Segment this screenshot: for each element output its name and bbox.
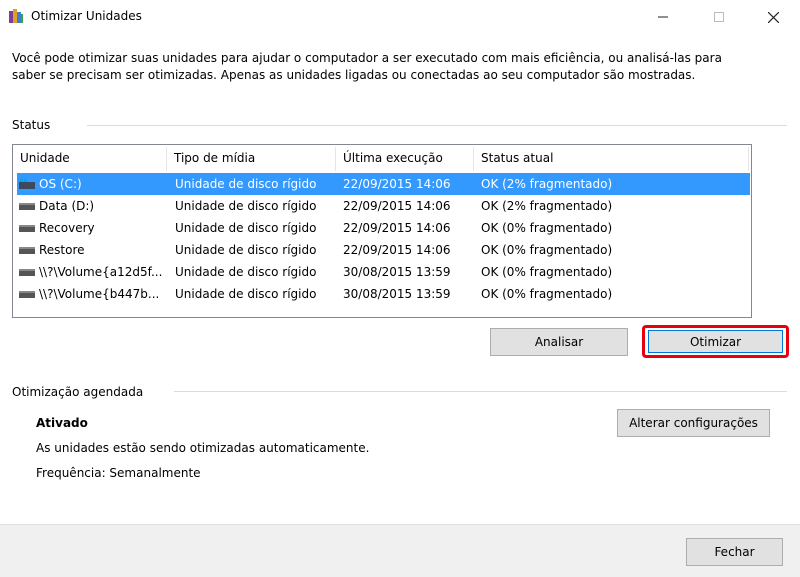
- column-header-unit[interactable]: Unidade: [13, 145, 165, 171]
- window-title: Otimizar Unidades: [31, 9, 142, 23]
- column-header-media[interactable]: Tipo de mídia: [167, 145, 334, 171]
- drive-media-type: Unidade de disco rígido: [175, 243, 317, 257]
- intro-line-2: saber se precisam ser otimizadas. Apenas…: [12, 68, 696, 82]
- drive-status: OK (0% fragmentado): [481, 265, 613, 279]
- drive-status: OK (2% fragmentado): [481, 199, 613, 213]
- drive-name: \\?\Volume{a12d5f...: [39, 265, 163, 279]
- analyze-button[interactable]: Analisar: [490, 328, 628, 356]
- schedule-description: As unidades estão sendo otimizadas autom…: [36, 441, 370, 455]
- close-button[interactable]: Fechar: [686, 538, 783, 566]
- drive-row[interactable]: OS (C:) Unidade de disco rígido 22/09/20…: [17, 173, 750, 195]
- change-settings-button[interactable]: Alterar configurações: [617, 409, 770, 437]
- drive-last-run: 22/09/2015 14:06: [343, 243, 451, 257]
- hard-drive-icon: [19, 291, 35, 298]
- drive-name: Data (D:): [39, 199, 95, 213]
- drive-name: Recovery: [39, 221, 95, 235]
- drive-name: OS (C:): [39, 177, 82, 191]
- drive-media-type: Unidade de disco rígido: [175, 221, 317, 235]
- maximize-button[interactable]: [696, 0, 742, 34]
- drive-row[interactable]: \\?\Volume{b447b... Unidade de disco ríg…: [17, 283, 750, 305]
- status-divider: [87, 125, 787, 126]
- windows-drive-icon: [19, 179, 35, 189]
- dialog-footer: [0, 524, 800, 577]
- drive-list[interactable]: Unidade Tipo de mídia Última execução St…: [12, 144, 752, 318]
- drive-row[interactable]: Restore Unidade de disco rígido 22/09/20…: [17, 239, 750, 261]
- drive-last-run: 30/08/2015 13:59: [343, 287, 451, 301]
- title-bar: Otimizar Unidades: [0, 0, 800, 34]
- drive-status: OK (2% fragmentado): [481, 177, 613, 191]
- optimize-button[interactable]: Otimizar: [648, 330, 783, 353]
- drive-media-type: Unidade de disco rígido: [175, 199, 317, 213]
- hard-drive-icon: [19, 203, 35, 210]
- drive-name: Restore: [39, 243, 85, 257]
- schedule-group-label: Otimização agendada: [12, 385, 144, 399]
- minimize-button[interactable]: [640, 0, 686, 34]
- minimize-icon: [658, 16, 668, 18]
- defrag-app-icon: [9, 9, 23, 23]
- drive-row[interactable]: Recovery Unidade de disco rígido 22/09/2…: [17, 217, 750, 239]
- drive-status: OK (0% fragmentado): [481, 243, 613, 257]
- column-header-last-run[interactable]: Última execução: [336, 145, 472, 171]
- drive-name: \\?\Volume{b447b...: [39, 287, 160, 301]
- column-header-status[interactable]: Status atual: [474, 145, 747, 171]
- drive-media-type: Unidade de disco rígido: [175, 265, 317, 279]
- drive-row[interactable]: Data (D:) Unidade de disco rígido 22/09/…: [17, 195, 750, 217]
- intro-line-1: Você pode otimizar suas unidades para aj…: [12, 51, 722, 65]
- drive-row[interactable]: \\?\Volume{a12d5f... Unidade de disco rí…: [17, 261, 750, 283]
- drive-status: OK (0% fragmentado): [481, 221, 613, 235]
- drive-last-run: 30/08/2015 13:59: [343, 265, 451, 279]
- drive-media-type: Unidade de disco rígido: [175, 287, 317, 301]
- drive-last-run: 22/09/2015 14:06: [343, 199, 451, 213]
- drive-last-run: 22/09/2015 14:06: [343, 177, 451, 191]
- close-icon: [767, 11, 779, 23]
- drive-last-run: 22/09/2015 14:06: [343, 221, 451, 235]
- schedule-divider: [174, 391, 787, 392]
- intro-text: Você pode otimizar suas unidades para aj…: [12, 50, 792, 84]
- drive-status: OK (0% fragmentado): [481, 287, 613, 301]
- hard-drive-icon: [19, 225, 35, 232]
- list-header: Unidade Tipo de mídia Última execução St…: [13, 145, 751, 171]
- hard-drive-icon: [19, 269, 35, 276]
- hard-drive-icon: [19, 247, 35, 254]
- close-window-button[interactable]: [750, 0, 796, 34]
- drive-media-type: Unidade de disco rígido: [175, 177, 317, 191]
- schedule-frequency: Frequência: Semanalmente: [36, 466, 201, 480]
- status-group-label: Status: [12, 118, 51, 132]
- maximize-icon: [714, 12, 724, 22]
- column-separator[interactable]: [748, 147, 749, 171]
- schedule-status: Ativado: [36, 416, 88, 430]
